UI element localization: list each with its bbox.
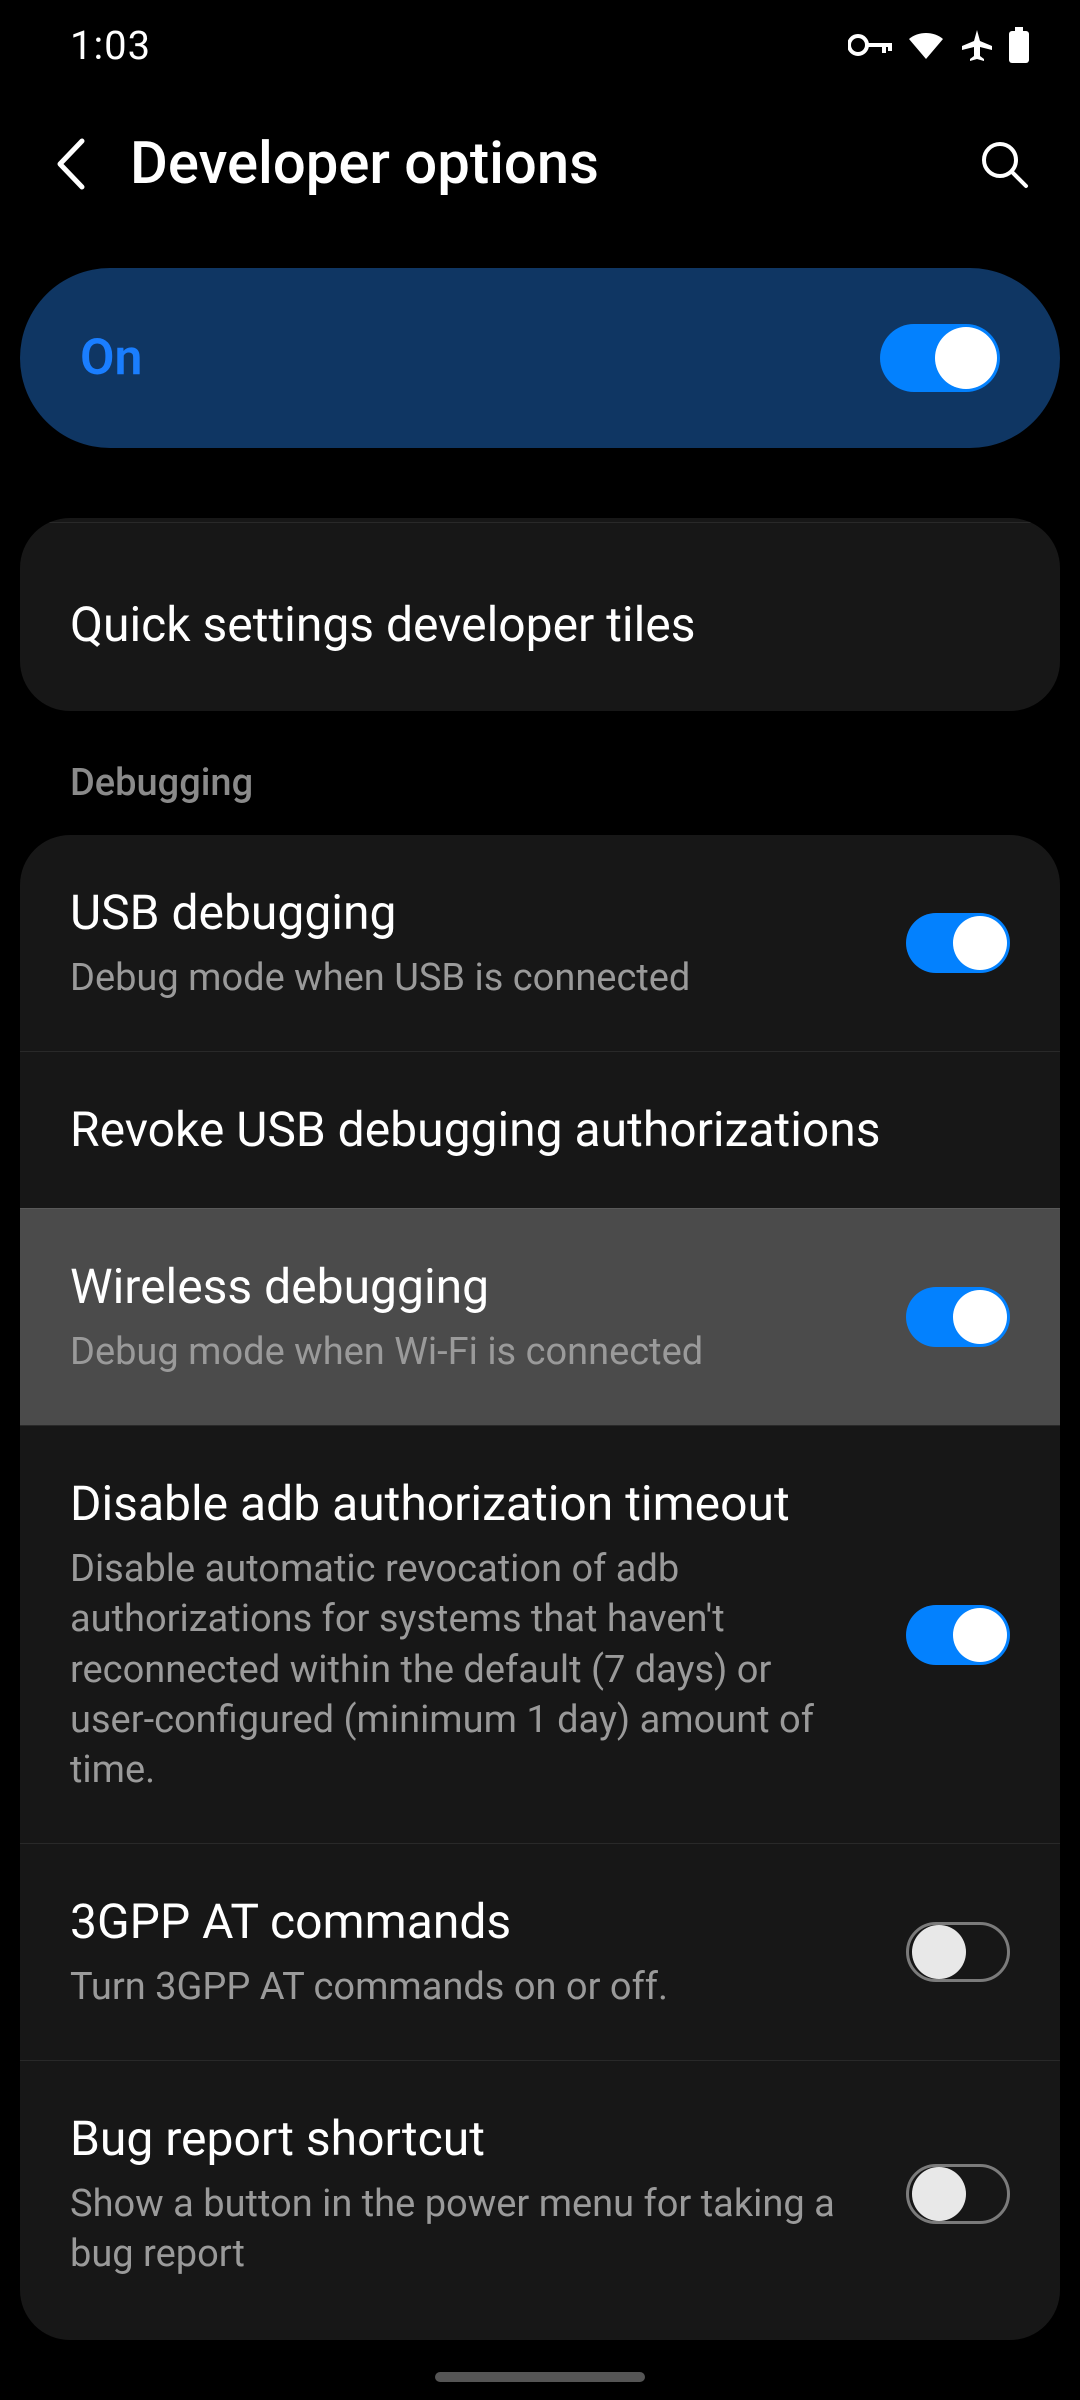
app-bar: Developer options xyxy=(0,90,1080,258)
debugging-card: USB debugging Debug mode when USB is con… xyxy=(20,835,1060,2340)
usb-debugging-row[interactable]: USB debugging Debug mode when USB is con… xyxy=(20,835,1060,1051)
disable-adb-timeout-sub: Disable automatic revocation of adb auth… xyxy=(70,1544,830,1795)
master-toggle-switch[interactable] xyxy=(880,324,1000,392)
status-icons xyxy=(848,27,1030,63)
vpn-key-icon xyxy=(848,32,892,58)
status-time: 1:03 xyxy=(70,22,151,69)
quick-settings-developer-tiles[interactable]: Quick settings developer tiles xyxy=(20,522,1060,711)
usb-debugging-switch[interactable] xyxy=(906,913,1010,973)
wireless-debugging-switch[interactable] xyxy=(906,1287,1010,1347)
revoke-usb-row[interactable]: Revoke USB debugging authorizations xyxy=(20,1051,1060,1208)
usb-debugging-title: USB debugging xyxy=(70,883,876,943)
airplane-icon xyxy=(960,28,994,62)
quick-settings-card: Quick settings developer tiles xyxy=(20,518,1060,711)
quick-settings-title: Quick settings developer tiles xyxy=(70,595,1010,655)
wireless-debugging-title: Wireless debugging xyxy=(70,1257,876,1317)
bug-report-shortcut-title: Bug report shortcut xyxy=(70,2109,850,2169)
page-title: Developer options xyxy=(130,130,938,198)
wireless-debugging-row[interactable]: Wireless debugging Debug mode when Wi-Fi… xyxy=(20,1208,1060,1425)
disable-adb-timeout-row[interactable]: Disable adb authorization timeout Disabl… xyxy=(20,1425,1060,1843)
nav-indicator xyxy=(435,2372,645,2382)
gpp-at-commands-title: 3GPP AT commands xyxy=(70,1892,876,1952)
bug-report-shortcut-row[interactable]: Bug report shortcut Show a button in the… xyxy=(20,2060,1060,2339)
disable-adb-timeout-title: Disable adb authorization timeout xyxy=(70,1474,830,1534)
battery-icon xyxy=(1008,27,1030,63)
gpp-at-commands-switch[interactable] xyxy=(906,1922,1010,1982)
bug-report-shortcut-sub: Show a button in the power menu for taki… xyxy=(70,2179,850,2279)
disable-adb-timeout-switch[interactable] xyxy=(906,1605,1010,1665)
status-bar: 1:03 xyxy=(0,0,1080,90)
gpp-at-commands-sub: Turn 3GPP AT commands on or off. xyxy=(70,1962,876,2012)
search-button[interactable] xyxy=(978,138,1030,190)
wifi-icon xyxy=(906,29,946,61)
wireless-debugging-sub: Debug mode when Wi-Fi is connected xyxy=(70,1327,876,1377)
revoke-usb-title: Revoke USB debugging authorizations xyxy=(70,1100,1010,1160)
back-button[interactable] xyxy=(50,135,90,193)
master-toggle-label: On xyxy=(80,329,142,387)
section-header-debugging: Debugging xyxy=(0,711,1080,835)
usb-debugging-sub: Debug mode when USB is connected xyxy=(70,953,876,1003)
gpp-at-commands-row[interactable]: 3GPP AT commands Turn 3GPP AT commands o… xyxy=(20,1843,1060,2060)
master-toggle-row[interactable]: On xyxy=(20,268,1060,448)
bug-report-shortcut-switch[interactable] xyxy=(906,2164,1010,2224)
